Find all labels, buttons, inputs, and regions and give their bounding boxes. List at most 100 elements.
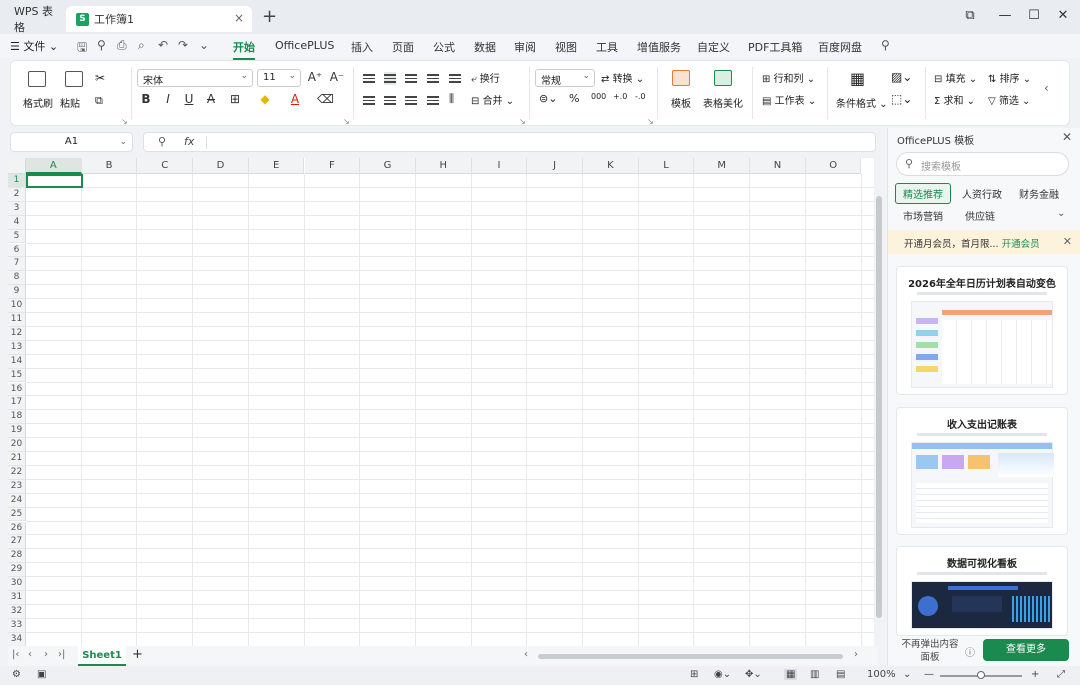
macro-icon[interactable]: ⚙ [12,669,21,680]
row-header[interactable]: 10 [8,299,26,313]
zoom-slider-handle[interactable] [977,671,985,679]
row-header[interactable]: 24 [8,493,26,508]
percent-button[interactable]: % [569,92,579,105]
ribbon-scroll-right-icon[interactable]: ‹ [1044,81,1049,95]
tab-workbook[interactable]: S 工作簿1 × [66,6,252,32]
row-header[interactable]: 5 [8,229,26,244]
eye-protection-icon[interactable]: ◉⌄ [714,669,731,680]
underline-button[interactable]: U [181,92,197,106]
shrink-font-icon[interactable]: A⁻ [329,70,345,84]
row-header[interactable]: 34 [8,632,26,646]
increase-decimal-button[interactable]: +.0 [613,92,627,101]
font-launcher-icon[interactable]: ↘ [343,117,350,126]
view-mode-icon[interactable]: ▣ [37,669,46,680]
row-header[interactable]: 17 [8,396,26,411]
border-icon[interactable]: ⊞ [227,92,243,106]
paste-button[interactable]: 粘贴 [60,95,80,110]
filter-button[interactable]: ▽ 筛选 ⌄ [988,92,1030,107]
column-header[interactable]: E [248,158,305,174]
zoom-dropdown-icon[interactable]: ⌄ [903,669,911,680]
row-header[interactable]: 15 [8,368,26,383]
close-icon[interactable]: ✕ [1062,130,1072,144]
formula-input[interactable]: ⚲ fx [143,132,876,152]
align-top-icon[interactable] [363,72,375,85]
column-header[interactable]: N [750,158,806,174]
save-icon[interactable]: 🖫 [77,38,87,59]
column-header[interactable]: M [694,158,751,174]
justify-icon[interactable] [427,94,439,107]
number-launcher-icon[interactable]: ↘ [647,117,654,126]
page-break-icon[interactable]: ▤ [836,669,845,680]
row-header[interactable]: 26 [8,521,26,536]
select-icon[interactable]: ⬚⌄ [891,92,912,106]
row-header[interactable]: 9 [8,285,26,300]
font-size-select[interactable]: 11 ⌄ [257,69,301,87]
rows-cols-button[interactable]: ⊞ 行和列 ⌄ [762,70,815,85]
tab-home[interactable]: 开始 [233,39,255,60]
scroll-left-icon[interactable]: ‹ [524,649,528,660]
row-header[interactable]: 12 [8,326,26,341]
page-layout-icon[interactable]: ▥ [810,669,819,680]
convert-button[interactable]: ⇄ 转换 ⌄ [601,70,644,85]
link-icon[interactable]: ⚲ [97,38,106,52]
fill-color-icon[interactable]: ◆ [257,92,273,106]
category-supply-chain[interactable]: 供应链 [958,206,1002,225]
sum-button[interactable]: Σ 求和 ⌄ [934,92,975,107]
row-header[interactable]: 29 [8,563,26,578]
file-menu[interactable]: ☰ 文件 ⌄ [10,38,58,54]
column-header[interactable]: A [26,158,82,174]
align-bottom-icon[interactable] [405,72,417,85]
align-right-icon[interactable] [405,94,417,107]
dont-show-again-link[interactable]: 不再弹出内容面板 [900,638,960,664]
vertical-scrollbar[interactable] [876,196,882,618]
tab-review[interactable]: 审阅 [514,39,536,55]
worksheet-button[interactable]: ▤ 工作表 ⌄ [762,92,816,107]
undo-icon[interactable]: ↶ [158,38,168,52]
italic-button[interactable]: I [160,92,176,106]
see-more-button[interactable]: 查看更多 [983,639,1069,661]
spreadsheet-grid[interactable]: A B C D E F G H I J K L M N O 1 2 3 4 5 6 7 8 9 10 11 12 13 14 15 16 17… [8,158,874,646]
horizontal-scrollbar[interactable] [538,654,843,659]
align-middle-icon[interactable] [384,72,396,85]
new-tab-button[interactable]: + [262,6,277,27]
tab-value-added[interactable]: 增值服务 [637,39,681,55]
row-header[interactable]: 21 [8,452,26,466]
row-header[interactable]: 30 [8,577,26,591]
select-all-corner[interactable] [8,158,26,174]
zoom-formula-icon[interactable]: ⚲ [158,135,166,148]
row-header[interactable]: 28 [8,549,26,564]
align-left-icon[interactable] [363,94,375,107]
restore-icon[interactable]: ⧉ [960,8,980,23]
print-icon[interactable]: ⎙ [117,38,127,53]
redo-icon[interactable]: ↷ [178,38,188,52]
table-icon[interactable]: ⊞ [690,669,698,680]
first-sheet-icon[interactable]: |‹ [12,649,19,660]
table-beautify-button[interactable]: 表格美化 [703,95,743,110]
format-painter-button[interactable]: 格式刷 [23,95,53,110]
close-tab-icon[interactable]: × [234,11,244,25]
row-header[interactable]: 23 [8,479,26,494]
number-format-select[interactable]: 常规 ⌄ [535,69,595,87]
tab-wps-home[interactable]: WPS 表格 [4,5,64,34]
row-header[interactable]: 8 [8,271,26,286]
cell-style-icon[interactable]: ▨⌄ [891,70,912,84]
tab-officeplus[interactable]: OfficePLUS [275,39,334,52]
distributed-align-icon[interactable]: ⫼ [449,92,454,106]
row-header[interactable]: 25 [8,507,26,522]
print-preview-icon[interactable]: ⌕ [138,38,145,53]
fill-button[interactable]: ⊟ 填充 ⌄ [934,70,977,85]
promo-link[interactable]: 开通会员 [1002,239,1040,250]
column-header[interactable]: L [638,158,695,174]
tab-baidu-netdisk[interactable]: 百度网盘 [818,39,862,55]
thousands-separator-button[interactable]: 000 [591,92,606,101]
column-header[interactable]: F [304,158,361,174]
add-sheet-button[interactable]: + [132,647,143,662]
tab-page[interactable]: 页面 [392,39,414,55]
template-card[interactable]: 收入支出记账表 [896,407,1068,535]
cut-icon[interactable]: ✂ [95,71,105,85]
row-header[interactable]: 33 [8,618,26,633]
info-icon[interactable]: ⓘ [965,644,975,659]
tab-insert[interactable]: 插入 [351,39,373,55]
alignment-launcher-icon[interactable]: ↘ [519,117,526,126]
copy-icon[interactable]: ⧉ [95,94,103,108]
